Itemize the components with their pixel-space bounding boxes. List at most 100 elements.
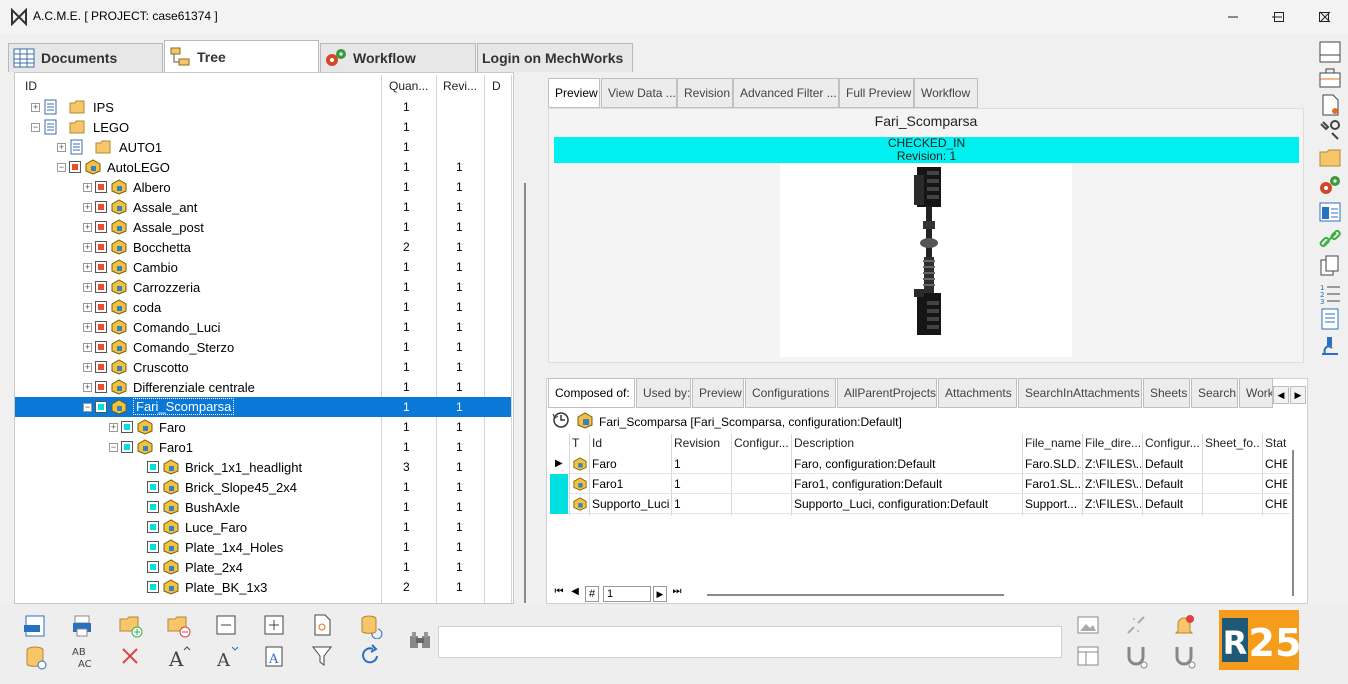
tree-row[interactable]: − Fari_Scomparsa 1 1 [15, 397, 511, 417]
search-input[interactable] [438, 626, 1062, 658]
database-refresh-button[interactable] [356, 612, 386, 640]
grid-header-file-dir[interactable]: File_dire... [1085, 436, 1141, 454]
details-tab[interactable]: Sheets [1143, 378, 1190, 408]
status-checkbox[interactable] [121, 421, 133, 433]
grid-header-description[interactable]: Description [794, 436, 1020, 454]
spell-check-button[interactable]: AB AC [68, 643, 98, 671]
status-checkbox[interactable] [95, 241, 107, 253]
tree-panel[interactable]: ID Quan... Revi... D + IPS 1− LEGO 1 + AUTO1 1−… [14, 72, 514, 604]
details-tab[interactable]: Preview [692, 378, 744, 408]
status-checkbox[interactable] [95, 321, 107, 333]
pager-prev-button[interactable]: ◀ [567, 586, 583, 602]
delete-button[interactable] [116, 643, 146, 671]
expand-icon[interactable]: + [83, 363, 92, 372]
collapse-icon[interactable]: − [57, 163, 66, 172]
status-checkbox[interactable] [69, 161, 81, 173]
collapse-icon[interactable]: − [109, 443, 118, 452]
tree-row[interactable]: Luce_Faro 1 1 [15, 517, 511, 537]
details-tab[interactable]: Used by: [636, 378, 691, 408]
details-tab[interactable]: Work [1239, 378, 1273, 408]
status-checkbox[interactable] [121, 441, 133, 453]
pager-hash-button[interactable]: # [585, 586, 599, 602]
status-checkbox[interactable] [147, 541, 159, 553]
microscope-button[interactable] [1318, 334, 1342, 358]
tree-row[interactable]: BushAxle 1 1 [15, 497, 511, 517]
briefcase-button[interactable] [1318, 66, 1342, 90]
row-selector[interactable]: ▶ [550, 454, 568, 474]
database-info-button[interactable] [20, 643, 50, 671]
layout-button[interactable] [1318, 40, 1342, 64]
close-window-button[interactable] [1302, 0, 1348, 34]
add-folder-button[interactable] [116, 612, 146, 640]
details-tab[interactable]: Composed of: [548, 378, 635, 408]
expand-icon[interactable]: + [83, 223, 92, 232]
tree-row[interactable]: + coda 1 1 [15, 297, 511, 317]
status-checkbox[interactable] [147, 561, 159, 573]
tree-row[interactable]: Brick_1x1_headlight 3 1 [15, 457, 511, 477]
report-button[interactable] [1318, 307, 1342, 331]
grid-header-config2[interactable]: Configur... [1145, 436, 1201, 454]
tree-row[interactable]: + Assale_ant 1 1 [15, 197, 511, 217]
details-tab[interactable]: SearchInAttachments [1018, 378, 1142, 408]
magnet-settings-button[interactable] [1170, 643, 1200, 671]
tab-documents[interactable]: Documents [8, 43, 163, 72]
tab-workflow[interactable]: Workflow [320, 43, 476, 72]
tree-row[interactable]: + Albero 1 1 [15, 177, 511, 197]
collapse-all-button[interactable] [212, 612, 242, 640]
details-tab[interactable]: Configurations [745, 378, 836, 408]
status-checkbox[interactable] [95, 401, 107, 413]
remove-folder-button[interactable] [164, 612, 194, 640]
grid-header-file-name[interactable]: File_name [1025, 436, 1081, 454]
tree-row[interactable]: + Comando_Sterzo 1 1 [15, 337, 511, 357]
expand-icon[interactable]: + [83, 263, 92, 272]
status-checkbox[interactable] [95, 221, 107, 233]
refresh-button[interactable] [356, 643, 386, 671]
history-icon[interactable] [551, 410, 571, 430]
status-checkbox[interactable] [95, 301, 107, 313]
status-checkbox[interactable] [147, 501, 159, 513]
tree-row[interactable]: + Carrozzeria 1 1 [15, 277, 511, 297]
text-style-button[interactable]: A [260, 643, 290, 671]
font-decrease-button[interactable]: A [212, 643, 242, 671]
pager-first-button[interactable]: ⏮ [551, 586, 567, 602]
copy-button[interactable] [1318, 254, 1342, 278]
tools-button[interactable] [1318, 119, 1342, 143]
grid-header-t[interactable]: T [572, 436, 588, 454]
font-increase-button[interactable]: A [164, 643, 194, 671]
collapse-icon[interactable]: − [83, 403, 92, 412]
tabs-scroll-left-button[interactable]: ◀ [1273, 386, 1289, 404]
status-checkbox[interactable] [147, 521, 159, 533]
collapse-icon[interactable]: − [31, 123, 40, 132]
expand-icon[interactable]: + [83, 283, 92, 292]
tree-row[interactable]: − AutoLEGO 1 1 [15, 157, 511, 177]
tree-header-quantity[interactable]: Quan... [389, 79, 428, 99]
link-button[interactable] [1318, 227, 1342, 251]
tree-row[interactable]: + Faro 1 1 [15, 417, 511, 437]
tab-login-mechworks[interactable]: Login on MechWorks [477, 43, 633, 72]
grid-header-revision[interactable]: Revision [674, 436, 730, 454]
grid-header-id[interactable]: Id [592, 436, 670, 454]
tab-tree[interactable]: Tree [164, 40, 319, 72]
tree-row[interactable]: Plate_2x4 1 1 [15, 557, 511, 577]
expand-icon[interactable]: + [57, 143, 66, 152]
gears-button[interactable] [1318, 173, 1342, 197]
minimize-window-button[interactable] [1210, 0, 1256, 34]
grid-vscrollbar[interactable] [1292, 450, 1294, 596]
status-checkbox[interactable] [95, 281, 107, 293]
tree-row[interactable]: Brick_Slope45_2x4 1 1 [15, 477, 511, 497]
status-checkbox[interactable] [95, 361, 107, 373]
tab-preview-workflow[interactable]: Workflow [914, 78, 978, 108]
expand-icon[interactable]: + [83, 243, 92, 252]
document-settings-button[interactable] [308, 612, 338, 640]
tab-view-data[interactable]: View Data ... [601, 78, 677, 108]
grid-header-configuration[interactable]: Configur... [734, 436, 790, 454]
expand-icon[interactable]: + [83, 323, 92, 332]
status-checkbox[interactable] [95, 261, 107, 273]
panel-button[interactable] [1318, 200, 1342, 224]
numbered-list-button[interactable]: 123 [1318, 281, 1342, 306]
tab-revision[interactable]: Revision [677, 78, 733, 108]
magnet-button[interactable] [1122, 643, 1152, 671]
expand-icon[interactable]: + [83, 383, 92, 392]
tree-row[interactable]: Plate_1x4_Holes 1 1 [15, 537, 511, 557]
status-checkbox[interactable] [147, 481, 159, 493]
